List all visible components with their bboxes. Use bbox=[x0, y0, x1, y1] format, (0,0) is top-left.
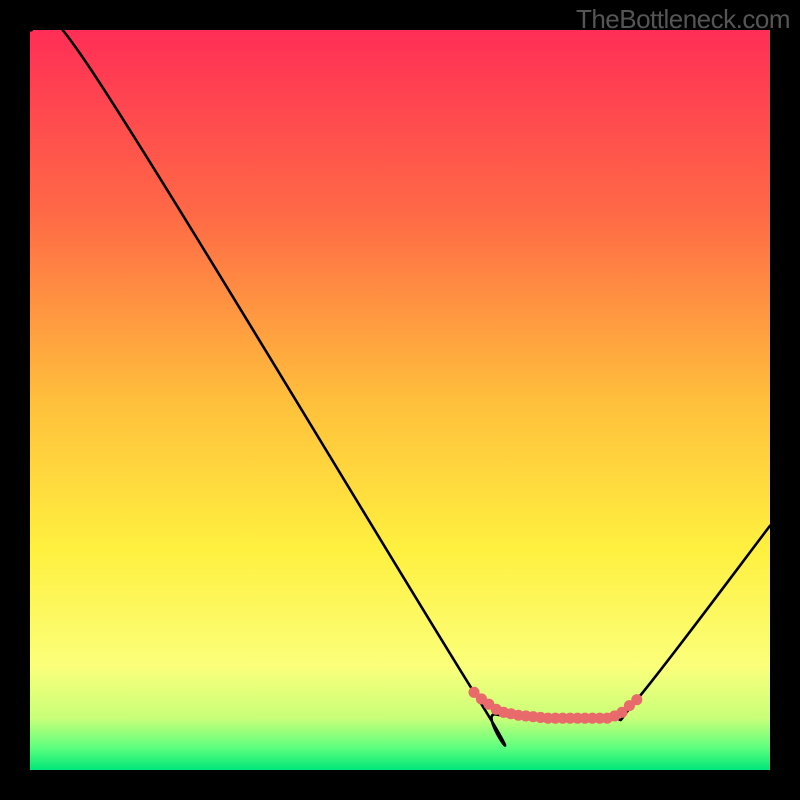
bottleneck-curve bbox=[30, 30, 770, 746]
plot-area bbox=[30, 30, 770, 770]
watermark-text: TheBottleneck.com bbox=[576, 4, 790, 35]
chart-container: TheBottleneck.com bbox=[0, 0, 800, 800]
optimal-dot bbox=[631, 694, 642, 705]
curve-layer bbox=[30, 30, 770, 770]
optimal-zone-dots bbox=[468, 687, 642, 724]
